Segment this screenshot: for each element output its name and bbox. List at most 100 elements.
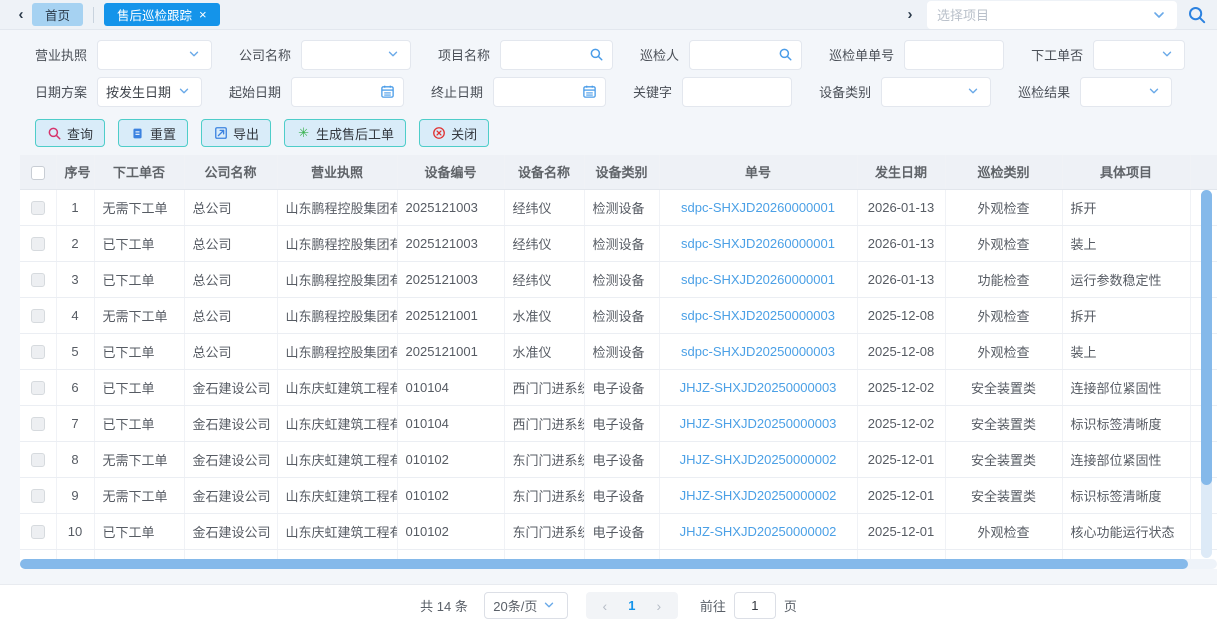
start-date-input-field[interactable] (300, 84, 380, 99)
cell-category: 功能检查 (945, 261, 1062, 297)
goto-label: 前往 (700, 596, 726, 615)
project-name-search-field[interactable] (509, 47, 589, 62)
horizontal-scrollbar-thumb[interactable] (20, 559, 1188, 569)
project-select[interactable]: 选择项目 (927, 1, 1177, 29)
query-button[interactable]: 查询 (35, 119, 105, 147)
device-category-select[interactable] (881, 77, 991, 107)
export-button[interactable]: 导出 (201, 119, 271, 147)
calendar-icon[interactable] (380, 84, 395, 100)
tabs-back-icon[interactable]: ‹ (10, 6, 32, 23)
order-link[interactable]: JHJZ-SHXJD20250000002 (680, 488, 837, 503)
global-search-icon[interactable] (1187, 5, 1207, 25)
tab-close-icon[interactable]: × (199, 7, 207, 22)
cell-category: 外观检查 (945, 297, 1062, 333)
date-scheme-select[interactable]: 按发生日期 (97, 77, 202, 107)
order-link[interactable]: sdpc-SHXJD20260000001 (681, 272, 835, 287)
header-checkbox-cell (20, 155, 56, 189)
inspection-order-no-input[interactable] (904, 40, 1004, 70)
order-link[interactable]: JHJZ-SHXJD20250000003 (680, 380, 837, 395)
cell-device-type: 检测设备 (584, 297, 659, 333)
cell-license: 山东庆虹建筑工程有 (277, 513, 397, 549)
cell-device-type: 检测设备 (584, 333, 659, 369)
order-link[interactable]: sdpc-SHXJD20260000001 (681, 200, 835, 215)
cell-item: 装上 (1062, 225, 1190, 261)
cell-date: 2025-12-08 (857, 297, 945, 333)
calendar-icon[interactable] (582, 84, 597, 100)
vertical-scrollbar-thumb[interactable] (1201, 190, 1212, 485)
order-link[interactable]: JHJZ-SHXJD20250000002 (680, 524, 837, 539)
inspection-result-select[interactable] (1080, 77, 1172, 107)
inspector-search-field[interactable] (698, 47, 778, 62)
cell-date: 2025-12-02 (857, 369, 945, 405)
workorder-flag-select[interactable] (1093, 40, 1185, 70)
inspection-order-no-input-field[interactable] (913, 47, 995, 62)
cell-license: 山东庆虹建筑工程有 (277, 369, 397, 405)
business-license-select[interactable] (97, 40, 212, 70)
prev-page-icon[interactable]: ‹ (592, 598, 618, 614)
keyword-input-field[interactable] (691, 84, 783, 99)
tab-home[interactable]: 首页 (32, 3, 83, 26)
column-header: 序号 (56, 155, 94, 189)
cell-device-type: 电子设备 (584, 441, 659, 477)
next-page-icon[interactable]: › (646, 598, 672, 614)
cell-device-no: 010102 (397, 477, 504, 513)
end-date-input-field[interactable] (502, 84, 582, 99)
horizontal-scrollbar-track[interactable] (20, 559, 1217, 569)
page-size-select[interactable]: 20条/页 (484, 592, 568, 619)
close-button[interactable]: 关闭 (419, 119, 489, 147)
tabs-forward-icon[interactable]: › (899, 6, 921, 23)
cell-item: 标识标签清晰度 (1062, 405, 1190, 441)
cell-workorder: 无需下工单 (94, 441, 184, 477)
row-checkbox[interactable] (31, 381, 45, 395)
end-date-input[interactable] (493, 77, 606, 107)
company-name-select[interactable] (301, 40, 411, 70)
order-link[interactable]: JHJZ-SHXJD20250000002 (680, 452, 837, 467)
cell-device-type: 电子设备 (584, 477, 659, 513)
select-all-checkbox[interactable] (31, 166, 45, 180)
keyword-input[interactable] (682, 77, 792, 107)
start-date-input[interactable] (291, 77, 404, 107)
cell-company: 金石建设公司 (184, 405, 277, 441)
filter-label: 巡检人 (640, 45, 679, 64)
row-checkbox[interactable] (31, 237, 45, 251)
filter-field-project-name-search: 项目名称 (438, 40, 613, 70)
row-checkbox[interactable] (31, 201, 45, 215)
row-checkbox[interactable] (31, 489, 45, 503)
order-link[interactable]: JHJZ-SHXJD20250000003 (680, 416, 837, 431)
cell-category: 外观检查 (945, 333, 1062, 369)
column-header: 具体项目 (1062, 155, 1190, 189)
cell-license: 山东鹏程控股集团有 (277, 225, 397, 261)
row-checkbox[interactable] (31, 273, 45, 287)
order-link[interactable]: sdpc-SHXJD20250000003 (681, 308, 835, 323)
row-checkbox[interactable] (31, 525, 45, 539)
row-checkbox[interactable] (31, 453, 45, 467)
search-icon[interactable] (589, 47, 604, 63)
current-page[interactable]: 1 (618, 598, 646, 613)
goto-page-input[interactable] (734, 592, 776, 619)
tab-after-sales-inspection[interactable]: 售后巡检跟踪 × (104, 3, 220, 26)
inspector-search[interactable] (689, 40, 802, 70)
order-link[interactable]: sdpc-SHXJD20260000001 (681, 236, 835, 251)
filter-field-inspection-order-no-input: 巡检单单号 (829, 40, 1004, 70)
row-checkbox[interactable] (31, 345, 45, 359)
reset-button[interactable]: 重置 (118, 119, 188, 147)
cell-device-name: 西门门进系统 (504, 369, 584, 405)
order-link[interactable]: sdpc-SHXJD20250000003 (681, 344, 835, 359)
column-header: 设备类别 (584, 155, 659, 189)
cell-index: 4 (56, 297, 94, 333)
pagination-bar: 共 14 条 20条/页 ‹ 1 › 前往 页 (0, 584, 1217, 626)
cell-item: 连接部位紧固性 (1062, 369, 1190, 405)
cell-index: 1 (56, 189, 94, 225)
cell-company: 总公司 (184, 261, 277, 297)
cell-device-name: 东门门进系统 (504, 477, 584, 513)
row-checkbox[interactable] (31, 309, 45, 323)
project-name-search[interactable] (500, 40, 613, 70)
filter-field-device-category-select: 设备类别 (819, 77, 991, 107)
goto-page: 前往 页 (700, 592, 797, 619)
search-icon[interactable] (778, 47, 793, 63)
generate-workorder-button[interactable]: ✳生成售后工单 (284, 119, 406, 147)
row-checkbox-cell (20, 477, 56, 513)
row-checkbox[interactable] (31, 417, 45, 431)
vertical-scrollbar-track[interactable] (1201, 190, 1212, 558)
cell-company: 金石建设公司 (184, 477, 277, 513)
